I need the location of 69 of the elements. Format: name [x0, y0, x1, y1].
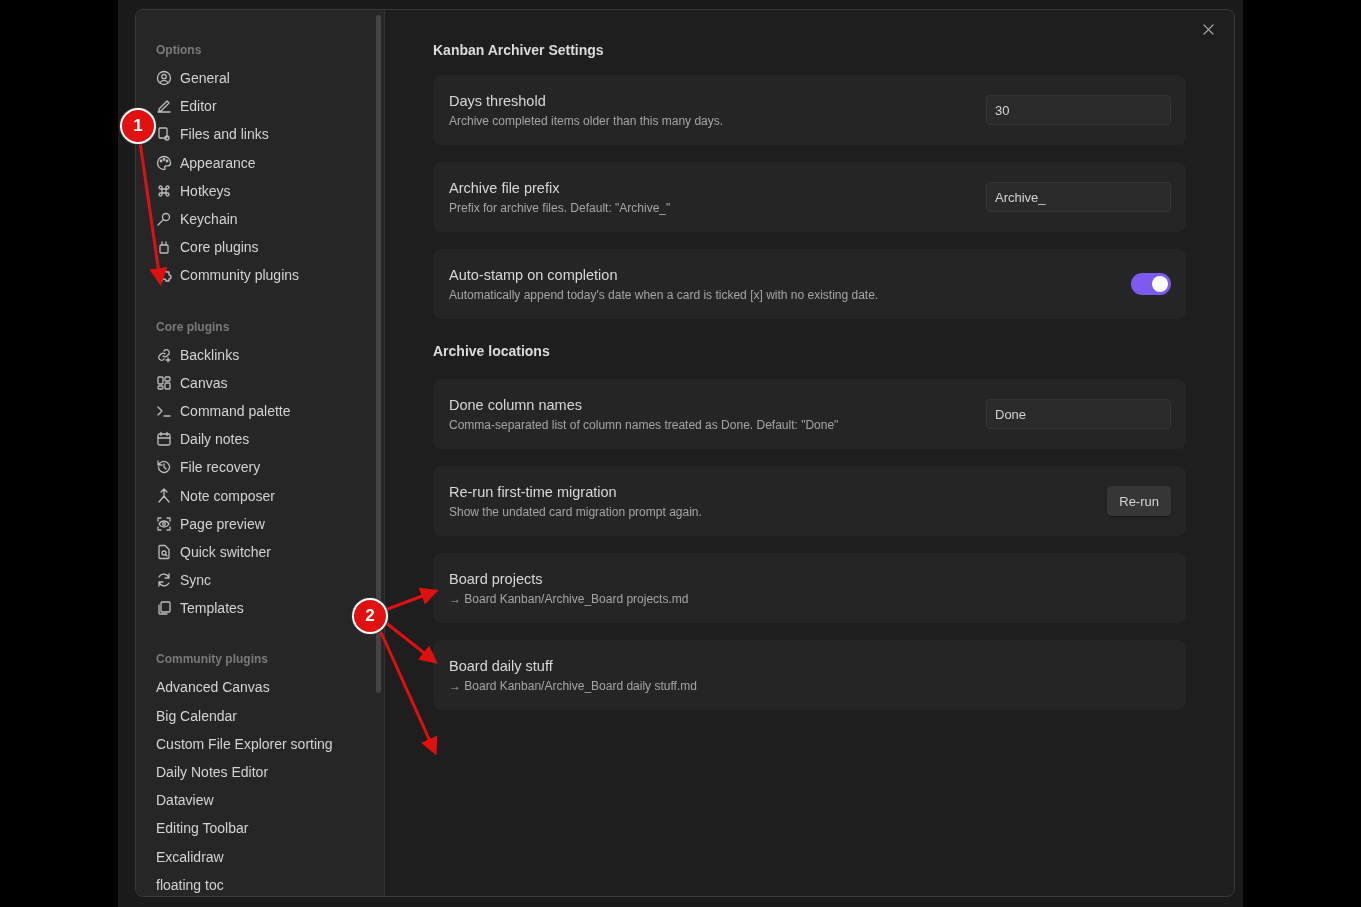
section-heading: Archive locations: [433, 343, 551, 361]
setting-name: Board projects: [449, 570, 544, 587]
copy-icon: [156, 600, 172, 617]
step-badge: 1: [120, 108, 156, 144]
toggle-switch[interactable]: [1131, 273, 1171, 295]
rerun-button[interactable]: Re-run: [1107, 486, 1171, 516]
setting-description: → Board Kanban/Archive_Board daily stuff.md: [449, 678, 698, 693]
sidebar-item[interactable]: Quick switcher: [156, 537, 280, 566]
sidebar-item[interactable]: Files and links: [156, 120, 277, 149]
palette-icon: [156, 154, 172, 171]
sidebar-item[interactable]: Appearance: [156, 148, 264, 177]
key-icon: [156, 211, 172, 228]
sidebar-item[interactable]: Command palette: [156, 396, 299, 426]
section-heading: Core plugins: [156, 318, 231, 336]
eye-icon: [156, 515, 172, 532]
sidebar-item[interactable]: Page preview: [156, 509, 273, 538]
sidebar-item[interactable]: Editing Toolbar: [156, 814, 257, 843]
sidebar-item[interactable]: Advanced Canvas: [156, 673, 278, 702]
sidebar-item[interactable]: Daily Notes Editor: [156, 757, 277, 787]
person-circle-icon: [156, 70, 172, 87]
merge-icon: [156, 487, 172, 504]
setting-name: Archive file prefix: [449, 179, 561, 196]
setting-name: Done column names: [449, 396, 583, 413]
link-icon: [156, 346, 172, 363]
sidebar-item[interactable]: Custom File Explorer sorting: [156, 729, 341, 758]
setting-description: Prefix for archive files. Default: "Archive_": [449, 200, 672, 215]
sidebar-item[interactable]: Big Calendar: [156, 701, 245, 730]
sidebar-item[interactable]: Hotkeys: [156, 176, 239, 205]
setting-name: Auto-stamp on completion: [449, 266, 619, 283]
setting-description: Archive completed items older than this many days.: [449, 113, 725, 128]
setting-name: Board daily stuff: [449, 657, 554, 674]
pen-icon: [156, 98, 172, 115]
command-key-icon: [156, 182, 172, 199]
setting-description: Automatically append today's date when a card is ticked [x] with no existing date.: [449, 287, 880, 302]
text-field[interactable]: Archive_: [986, 182, 1171, 212]
sidebar-item[interactable]: Editor: [156, 92, 225, 121]
plug-icon: [156, 239, 172, 256]
sidebar-item[interactable]: Note composer: [156, 481, 283, 510]
sync-icon: [156, 572, 172, 589]
setting-description: Show the undated card migration prompt again.: [449, 504, 703, 519]
sidebar-item[interactable]: File recovery: [156, 453, 269, 482]
file-search-icon: [156, 543, 172, 560]
sidebar-item[interactable]: Sync: [156, 566, 220, 595]
grid-icon: [156, 374, 172, 391]
section-heading: Community plugins: [156, 651, 269, 669]
calendar-icon: [156, 431, 172, 448]
text-field[interactable]: 30: [986, 95, 1171, 125]
sidebar-item[interactable]: Community plugins: [156, 261, 308, 290]
section-heading: Options: [156, 42, 203, 59]
history-icon: [156, 459, 172, 476]
sidebar-item[interactable]: Canvas: [156, 368, 236, 397]
close-icon[interactable]: [1203, 24, 1214, 35]
sidebar-item[interactable]: Excalidraw: [156, 842, 232, 871]
text-field[interactable]: Done: [986, 399, 1171, 429]
setting-name: Days threshold: [449, 92, 547, 109]
sidebar-item[interactable]: Core plugins: [156, 233, 267, 262]
sidebar-item[interactable]: Templates: [156, 594, 252, 623]
sidebar-item[interactable]: Backlinks: [156, 340, 248, 369]
section-heading: Kanban Archiver Settings: [433, 42, 605, 60]
sidebar-item[interactable]: General: [156, 64, 238, 93]
files-icon: [156, 126, 172, 143]
setting-description: → Board Kanban/Archive_Board projects.md: [449, 591, 690, 606]
sidebar-item[interactable]: Dataview: [156, 786, 222, 815]
scrollbar[interactable]: [376, 15, 381, 693]
sidebar-item[interactable]: floating toc: [156, 870, 232, 896]
sidebar-item[interactable]: Daily notes: [156, 425, 258, 454]
setting-name: Re-run first-time migration: [449, 483, 618, 500]
setting-description: Comma-separated list of column names treated as Done. Default: "Done": [449, 417, 840, 432]
sidebar-item[interactable]: Keychain: [156, 204, 246, 234]
